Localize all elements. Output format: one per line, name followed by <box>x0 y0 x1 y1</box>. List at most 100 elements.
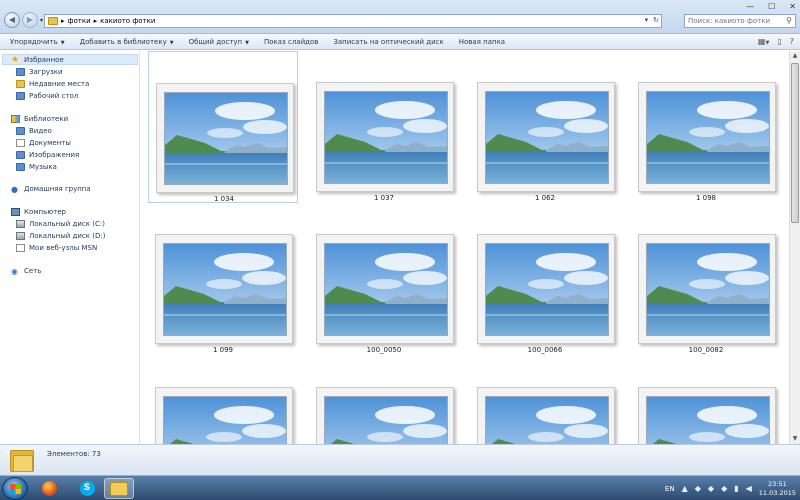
slideshow-button[interactable]: Показ слайдов <box>264 38 318 46</box>
sidebar-item-recent-places[interactable]: Недавние места <box>16 78 89 89</box>
sidebar-item-libraries[interactable]: Библиотеки <box>11 113 68 124</box>
sidebar-item-pictures[interactable]: Изображения <box>16 149 79 160</box>
image-thumbnail[interactable] <box>638 234 776 344</box>
breadcrumb-photos[interactable]: фотки <box>68 17 91 25</box>
file-tile[interactable] <box>631 356 781 444</box>
breadcrumb-current-folder[interactable]: какиото фотки <box>100 17 155 25</box>
sidebar-item-video[interactable]: Видео <box>16 125 52 136</box>
language-indicator[interactable]: EN <box>665 485 675 493</box>
sidebar-item-computer[interactable]: Компьютер <box>11 206 66 217</box>
image-thumbnail[interactable] <box>316 234 454 344</box>
file-name[interactable]: 100_0050 <box>309 346 459 354</box>
file-tile[interactable] <box>309 356 459 444</box>
share-button[interactable]: Общий доступ ▼ <box>189 38 249 46</box>
search-box[interactable]: ⚲ <box>684 14 796 28</box>
file-tile[interactable]: 100_0050 <box>309 203 459 355</box>
volume-icon[interactable]: ◀ <box>746 484 752 493</box>
sidebar-item-label: Избранное <box>24 55 64 64</box>
sidebar-item-music[interactable]: Музыка <box>16 161 57 172</box>
clock-date: 11.03.2015 <box>758 488 796 497</box>
clock[interactable]: 23:51 11.03.2015 <box>759 480 796 498</box>
sidebar-item-msn-sites[interactable]: Мои веб-узлы MSN <box>16 242 97 253</box>
image-thumbnail[interactable] <box>155 387 293 444</box>
file-tile[interactable] <box>148 356 298 444</box>
image-thumbnail[interactable] <box>155 234 293 344</box>
image-thumbnail[interactable] <box>477 387 615 444</box>
start-button[interactable] <box>2 477 28 500</box>
address-bar[interactable]: ▸ фотки ▸ какиото фотки ▾ ↻ <box>44 14 662 28</box>
scroll-up-icon[interactable]: ▲ <box>790 51 800 61</box>
file-tile[interactable] <box>470 356 620 444</box>
file-name[interactable]: 1 099 <box>148 346 298 354</box>
file-name[interactable]: 1 034 <box>149 195 299 203</box>
sidebar-item-desktop[interactable]: Рабочий стол <box>16 90 78 101</box>
sidebar-item-label: Локальный диск (D:) <box>29 231 106 240</box>
help-icon[interactable]: ? <box>790 37 794 46</box>
image-thumbnail[interactable] <box>638 387 776 444</box>
homegroup-icon: ● <box>11 184 18 194</box>
back-button[interactable]: ◀ <box>4 12 20 28</box>
network-tray-icon[interactable]: ▮ <box>734 484 738 493</box>
sidebar-item-homegroup[interactable]: ● Домашняя группа <box>11 183 91 194</box>
file-tile[interactable]: 1 099 <box>148 203 298 355</box>
file-name[interactable]: 100_0066 <box>470 346 620 354</box>
file-tile[interactable]: 100_0082 <box>631 203 781 355</box>
maximize-button[interactable]: ☐ <box>768 2 775 11</box>
address-separator[interactable]: ▸ <box>94 17 98 25</box>
folder-icon <box>48 17 58 25</box>
file-tile[interactable]: 1 034 <box>148 51 298 203</box>
image-thumbnail[interactable] <box>477 82 615 192</box>
file-tile[interactable]: 1 037 <box>309 51 459 203</box>
taskbar-explorer[interactable] <box>104 478 134 499</box>
scroll-down-icon[interactable]: ▼ <box>790 434 800 444</box>
forward-button[interactable]: ▶ <box>22 12 38 28</box>
preview-pane-icon[interactable]: ▯ <box>777 37 781 46</box>
tray-app-icon[interactable]: ◆ <box>695 484 701 493</box>
sidebar-item-label: Музыка <box>29 162 57 171</box>
sidebar-item-label: Сеть <box>24 266 42 275</box>
history-dropdown-icon[interactable]: ▾ <box>40 17 43 24</box>
image-thumbnail[interactable] <box>316 82 454 192</box>
add-to-library-button[interactable]: Добавить в библиотеку ▼ <box>80 38 174 46</box>
show-hidden-icons-icon[interactable]: ▲ <box>682 484 688 493</box>
file-tile[interactable]: 1 098 <box>631 51 781 203</box>
new-folder-button[interactable]: Новая папка <box>459 38 505 46</box>
sidebar-item-drive-d[interactable]: Локальный диск (D:) <box>16 230 105 241</box>
sidebar-item-network[interactable]: ◉ Сеть <box>11 265 41 276</box>
minimize-button[interactable]: — <box>746 2 754 11</box>
file-name[interactable]: 1 098 <box>631 194 781 202</box>
file-tile[interactable]: 100_0066 <box>470 203 620 355</box>
landscape-image <box>485 396 609 444</box>
chevron-down-icon: ▼ <box>60 39 65 46</box>
libraries-icon <box>11 114 20 123</box>
refresh-icon[interactable]: ↻ <box>653 16 659 24</box>
file-name[interactable]: 1 037 <box>309 194 459 202</box>
sidebar-item-favorites[interactable]: ★ Избранное <box>11 54 64 65</box>
sidebar-item-downloads[interactable]: Загрузки <box>16 66 63 77</box>
organize-button[interactable]: Упорядочить ▼ <box>10 38 65 46</box>
image-thumbnail[interactable] <box>477 234 615 344</box>
firefox-icon <box>41 481 57 496</box>
file-name[interactable]: 1 062 <box>470 194 620 202</box>
image-thumbnail[interactable] <box>156 83 294 193</box>
search-icon[interactable]: ⚲ <box>786 16 792 25</box>
burn-button[interactable]: Записать на оптический диск <box>333 38 443 46</box>
address-separator[interactable]: ▸ <box>61 17 65 25</box>
file-tile[interactable]: 1 062 <box>470 51 620 203</box>
taskbar-firefox[interactable] <box>34 478 64 499</box>
view-options-icon[interactable]: ▦▼ <box>758 37 769 46</box>
taskbar-skype[interactable]: S <box>72 478 102 499</box>
landscape-image <box>163 396 287 444</box>
close-button[interactable]: ✕ <box>789 2 796 11</box>
tray-app-icon[interactable]: ◆ <box>708 484 714 493</box>
tray-app-icon[interactable]: ◆ <box>721 484 727 493</box>
image-thumbnail[interactable] <box>316 387 454 444</box>
sidebar-item-drive-c[interactable]: Локальный диск (C:) <box>16 218 105 229</box>
image-thumbnail[interactable] <box>638 82 776 192</box>
vertical-scrollbar[interactable]: ▲ ▼ <box>789 51 800 444</box>
scrollbar-thumb[interactable] <box>791 63 799 223</box>
file-name[interactable]: 100_0082 <box>631 346 781 354</box>
address-dropdown-icon[interactable]: ▾ <box>645 16 649 24</box>
sidebar-item-documents[interactable]: Документы <box>16 137 71 148</box>
search-input[interactable] <box>688 17 784 25</box>
